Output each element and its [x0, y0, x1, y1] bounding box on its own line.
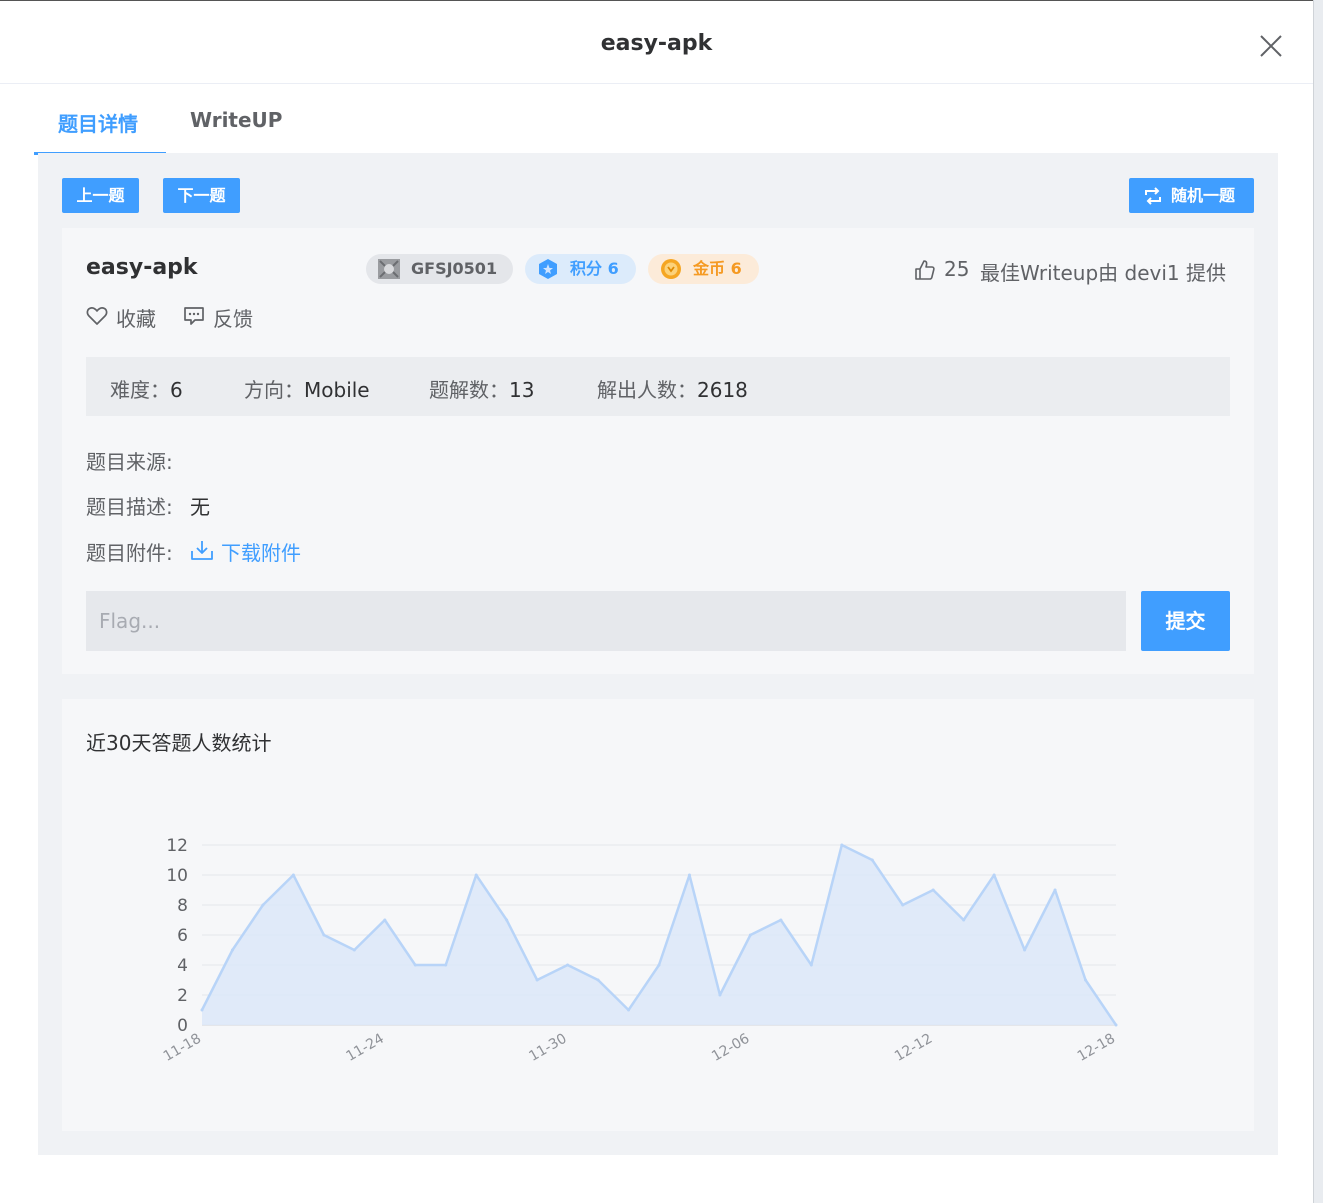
data-point: [870, 858, 874, 862]
y-tick-label: 6: [177, 926, 188, 946]
data-point: [474, 873, 478, 877]
attachment-label: 题目附件:: [86, 541, 173, 565]
download-label: 下载附件: [221, 541, 301, 565]
prev-challenge-button[interactable]: 上一题: [62, 178, 139, 213]
challenge-title: easy-apk: [86, 255, 198, 280]
x-tick-label: 12-18: [1075, 1031, 1118, 1065]
data-point: [748, 933, 752, 937]
data-point: [992, 873, 996, 877]
data-point: [931, 888, 935, 892]
modal-title: easy-apk: [600, 31, 713, 56]
data-point: [627, 1008, 631, 1012]
source-label: 题目来源:: [86, 450, 173, 474]
data-point: [1114, 1023, 1118, 1027]
y-tick-label: 12: [166, 836, 188, 856]
data-point: [200, 1008, 204, 1012]
description-value: 无: [190, 495, 210, 519]
score-text: 积分 6: [570, 259, 619, 278]
challenge-card: easy-apk GFSJ0501 积分 6 金币 6 25 最佳Writeup…: [62, 228, 1254, 674]
feedback-icon: [184, 307, 204, 325]
data-point: [840, 843, 844, 847]
data-point: [809, 963, 813, 967]
score-icon: [539, 259, 557, 279]
download-icon: [191, 541, 213, 560]
data-point: [444, 963, 448, 967]
data-point: [901, 903, 905, 907]
attachment-row: 题目附件: 下载附件: [86, 537, 301, 566]
favorite-label: 收藏: [116, 307, 156, 331]
challenge-id-badge: GFSJ0501: [366, 254, 513, 284]
data-point: [505, 918, 509, 922]
close-icon[interactable]: [1258, 33, 1284, 59]
submit-button[interactable]: 提交: [1141, 591, 1230, 651]
heart-icon: [86, 307, 108, 325]
x-tick-label: 12-12: [892, 1031, 935, 1065]
random-challenge-button[interactable]: 随机一题: [1129, 178, 1254, 213]
data-point: [962, 918, 966, 922]
challenge-avatar-icon: [378, 259, 400, 279]
tab-details[interactable]: 题目详情: [58, 108, 138, 137]
data-point: [718, 993, 722, 997]
data-point: [596, 978, 600, 982]
description-row: 题目描述: 无: [86, 491, 210, 520]
y-tick-label: 8: [177, 896, 188, 916]
data-point: [230, 948, 234, 952]
challenge-id-text: GFSJ0501: [411, 259, 498, 278]
description-label: 题目描述:: [86, 495, 173, 519]
data-point: [779, 918, 783, 922]
data-point: [1053, 888, 1057, 892]
data-point: [1084, 978, 1088, 982]
challenge-info-bar: 难度：6 方向：Mobile 题解数：13 解出人数：2618: [86, 357, 1230, 416]
y-tick-label: 0: [177, 1016, 188, 1036]
data-point: [687, 873, 691, 877]
feedback-label: 反馈: [213, 307, 253, 331]
data-point: [291, 873, 295, 877]
flag-input[interactable]: [86, 591, 1126, 651]
data-point: [1023, 948, 1027, 952]
x-tick-label: 11-30: [526, 1031, 569, 1065]
writeup-credit: 最佳Writeup由 devi1 提供: [980, 261, 1227, 285]
coin-icon: [661, 259, 681, 279]
tab-bar: 题目详情 WriteUP: [34, 100, 1278, 156]
data-point: [352, 948, 356, 952]
data-point: [566, 963, 570, 967]
x-tick-label: 11-24: [344, 1031, 387, 1065]
chart-card: 近30天答题人数统计 0 2 4 6 8 10 12 11-18 11-24 11-30 12-06…: [62, 699, 1254, 1131]
y-tick-label: 10: [166, 866, 188, 886]
difficulty-info: 难度：6: [110, 378, 183, 402]
data-point: [383, 918, 387, 922]
solutions-info: 题解数：13: [429, 378, 535, 402]
data-point: [261, 903, 265, 907]
random-challenge-label: 随机一题: [1171, 186, 1236, 205]
shuffle-icon: [1145, 187, 1161, 205]
coin-badge: 金币 6: [648, 254, 759, 284]
daily-solvers-chart: 02468101211-18 11-24 11-30 12-06 12-12 12-18: [161, 836, 1118, 1065]
next-challenge-button[interactable]: 下一题: [163, 178, 240, 213]
direction-info: 方向：Mobile: [244, 378, 370, 402]
thumbs-up-icon[interactable]: [914, 259, 936, 281]
data-point: [657, 963, 661, 967]
source-row: 题目来源:: [86, 446, 173, 475]
page-scrollbar[interactable]: [1313, 0, 1323, 1203]
solvers-info: 解出人数：2618: [597, 378, 748, 402]
data-point: [413, 963, 417, 967]
score-badge: 积分 6: [525, 254, 636, 284]
coin-text: 金币 6: [693, 259, 742, 278]
tab-writeup[interactable]: WriteUP: [190, 108, 282, 132]
likes-count: 25: [944, 257, 970, 281]
y-tick-label: 2: [177, 986, 188, 1006]
data-point: [535, 978, 539, 982]
modal-header: easy-apk: [0, 1, 1313, 84]
y-tick-label: 4: [177, 956, 188, 976]
x-tick-label: 12-06: [709, 1031, 752, 1065]
data-point: [322, 933, 326, 937]
tab-content: 上一题 下一题 随机一题 easy-apk GFSJ0501 积分 6 金币 6…: [38, 153, 1278, 1155]
